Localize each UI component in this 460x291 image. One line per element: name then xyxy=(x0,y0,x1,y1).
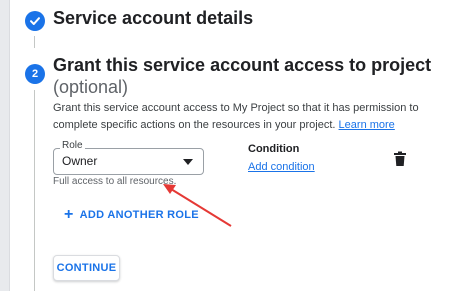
condition-label: Condition xyxy=(248,143,300,155)
plus-icon: + xyxy=(64,206,74,223)
role-label: Role xyxy=(60,140,85,151)
step-1-title[interactable]: Service account details xyxy=(53,8,253,29)
learn-more-link[interactable]: Learn more xyxy=(339,119,395,131)
add-condition-link[interactable]: Add condition xyxy=(248,161,315,173)
step-connector xyxy=(34,36,35,48)
trash-icon xyxy=(394,151,406,166)
add-another-role-label: ADD ANOTHER ROLE xyxy=(79,209,199,221)
check-icon xyxy=(30,17,40,25)
step-2-title: Grant this service account access to pro… xyxy=(53,55,432,75)
step-1-check-icon xyxy=(25,11,45,31)
delete-role-button[interactable] xyxy=(393,151,407,167)
step-description: Grant this service account access to My … xyxy=(53,100,448,134)
role-select[interactable]: Role Owner xyxy=(53,140,204,175)
step-2-number: 2 xyxy=(25,64,45,84)
continue-button[interactable]: CONTINUE xyxy=(53,255,120,281)
grant-access-page: Service account details 2 Grant this ser… xyxy=(0,0,460,291)
add-another-role-button[interactable]: + ADD ANOTHER ROLE xyxy=(64,206,199,223)
step-connector xyxy=(34,90,35,291)
chevron-down-icon xyxy=(183,159,193,165)
role-value: Owner xyxy=(62,154,98,168)
left-rail xyxy=(0,0,10,291)
step-2-subtitle: (optional) xyxy=(53,77,129,97)
role-helper-text: Full access to all resources. xyxy=(53,176,177,187)
